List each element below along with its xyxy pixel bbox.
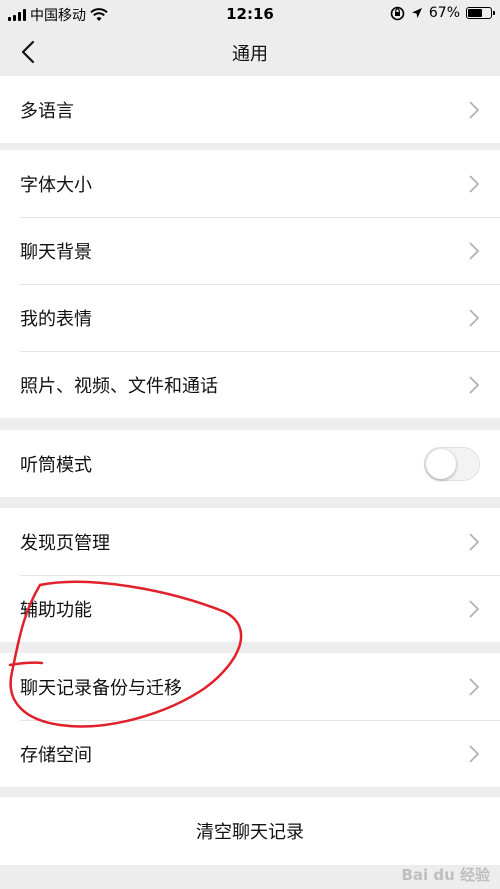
settings-row-media-files-calls[interactable]: 照片、视频、文件和通话 (0, 351, 500, 418)
chevron-right-icon (469, 174, 480, 193)
chevron-right-icon (469, 308, 480, 327)
watermark: Bai du 经验 (401, 866, 490, 884)
row-label: 辅助功能 (20, 599, 92, 621)
row-label: 字体大小 (20, 174, 92, 196)
settings-group-storage: 聊天记录备份与迁移 存储空间 (0, 653, 500, 787)
location-icon (411, 8, 422, 18)
earpiece-mode-toggle[interactable] (424, 446, 480, 481)
battery-fill (468, 9, 482, 17)
row-label: 存储空间 (20, 744, 92, 766)
settings-group-earpiece: 听筒模式 (0, 430, 500, 497)
status-right: 67% (390, 5, 495, 21)
settings-row-storage-space[interactable]: 存储空间 (0, 720, 500, 787)
settings-row-chat-background[interactable]: 聊天背景 (0, 217, 500, 284)
page-title: 通用 (232, 44, 268, 65)
row-label: 多语言 (20, 100, 74, 122)
battery-icon (466, 7, 495, 19)
settings-row-my-stickers[interactable]: 我的表情 (0, 284, 500, 351)
row-label: 聊天背景 (20, 241, 92, 263)
status-bar: 中国移动 12:16 67% (0, 0, 500, 28)
settings-row-earpiece-mode: 听筒模式 (0, 430, 500, 497)
settings-row-font-size[interactable]: 字体大小 (0, 150, 500, 217)
row-label: 照片、视频、文件和通话 (20, 375, 218, 397)
row-label: 发现页管理 (20, 532, 110, 554)
settings-group-display: 字体大小 聊天背景 我的表情 照片、视频、文件和通话 (0, 150, 500, 418)
settings-group-language: 多语言 (0, 76, 500, 143)
chevron-right-icon (469, 599, 480, 618)
settings-row-chat-backup-migration[interactable]: 聊天记录备份与迁移 (0, 653, 500, 720)
clear-chat-history-button[interactable]: 清空聊天记录 (0, 797, 500, 865)
chevron-right-icon (469, 375, 480, 394)
nav-bar: 通用 (0, 28, 500, 76)
settings-group-features: 发现页管理 辅助功能 (0, 508, 500, 642)
chevron-right-icon (469, 677, 480, 696)
chevron-right-icon (469, 241, 480, 260)
chevron-right-icon (469, 532, 480, 551)
row-label: 听筒模式 (20, 454, 92, 476)
row-label: 聊天记录备份与迁移 (20, 677, 182, 699)
chevron-right-icon (469, 744, 480, 763)
chevron-right-icon (469, 100, 480, 119)
settings-row-discover-management[interactable]: 发现页管理 (0, 508, 500, 575)
orientation-lock-icon (390, 6, 405, 20)
settings-row-accessibility[interactable]: 辅助功能 (0, 575, 500, 642)
settings-row-language[interactable]: 多语言 (0, 76, 500, 143)
battery-percent: 67% (428, 5, 460, 21)
toggle-knob (426, 448, 456, 479)
row-label: 我的表情 (20, 308, 92, 330)
